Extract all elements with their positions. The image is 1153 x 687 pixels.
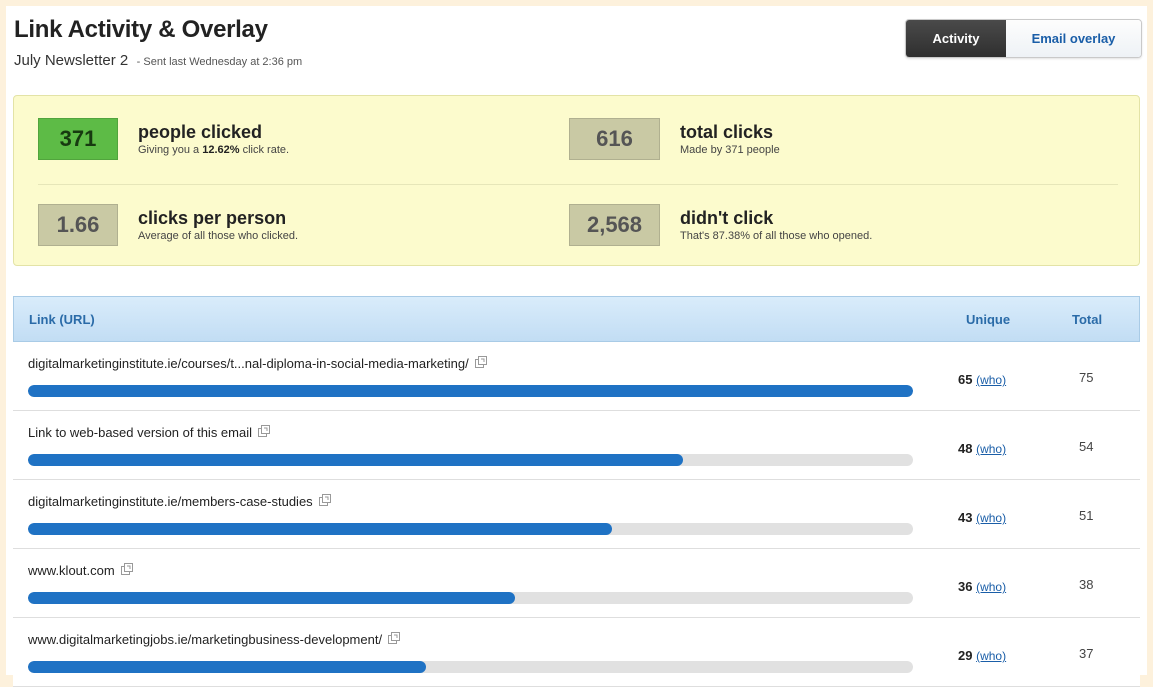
unique-cell: 65 (who): [958, 372, 1006, 387]
unique-cell: 29 (who): [958, 648, 1006, 663]
table-header: Link (URL) Unique Total: [13, 296, 1140, 342]
activity-tab[interactable]: Activity: [906, 20, 1006, 57]
unique-count: 65: [958, 372, 973, 387]
click-bar-fill: [28, 592, 515, 604]
people-clicked-label: people clicked: [138, 122, 263, 142]
column-link: Link (URL): [29, 312, 95, 327]
page-title: Link Activity & Overlay: [14, 16, 268, 43]
didnt-click-value: 2,568: [569, 204, 660, 246]
table-row: digitalmarketinginstitute.ie/members-cas…: [13, 480, 1140, 549]
clicks-per-person-desc: Average of all those who clicked.: [138, 230, 298, 242]
click-bar-track: [28, 661, 913, 673]
click-bar-fill: [28, 661, 427, 673]
link-table: Link (URL) Unique Total digitalmarketing…: [13, 296, 1140, 687]
link-url-cell: Link to web-based version of this email: [28, 425, 271, 440]
click-bar-fill: [28, 385, 913, 397]
subtitle-row: July Newsletter 2 - Sent last Wednesday …: [14, 52, 302, 70]
total-count: 75: [1079, 370, 1094, 385]
stat-didnt-click: 2,568 didn't click That's 87.38% of all …: [569, 204, 872, 246]
table-body: digitalmarketinginstitute.ie/courses/t..…: [13, 342, 1140, 687]
stat-clicks-per-person: 1.66 clicks per person Average of all th…: [38, 204, 298, 246]
link-url-cell: www.digitalmarketingjobs.ie/marketingbus…: [28, 632, 401, 647]
unique-count: 29: [958, 648, 973, 663]
link-url[interactable]: www.digitalmarketingjobs.ie/marketingbus…: [28, 632, 382, 647]
click-bar-fill: [28, 454, 683, 466]
who-link[interactable]: (who): [976, 511, 1006, 525]
column-total[interactable]: Total: [1072, 312, 1102, 327]
table-row: www.digitalmarketingjobs.ie/marketingbus…: [13, 618, 1140, 687]
click-rate-prefix: Giving you a: [138, 144, 200, 156]
link-url[interactable]: Link to web-based version of this email: [28, 425, 252, 440]
unique-count: 48: [958, 441, 973, 456]
external-link-icon[interactable]: [120, 563, 133, 578]
clicks-per-person-label: clicks per person: [138, 208, 287, 228]
email-overlay-tab[interactable]: Email overlay: [1006, 20, 1141, 57]
table-row: digitalmarketinginstitute.ie/courses/t..…: [13, 342, 1140, 411]
total-clicks-label: total clicks: [680, 122, 774, 142]
click-bar-fill: [28, 523, 613, 535]
click-bar-track: [28, 523, 913, 535]
click-rate-suffix: click rate.: [242, 144, 290, 156]
stat-total-clicks: 616 total clicks Made by 371 people: [569, 118, 780, 160]
didnt-click-label: didn't click: [680, 208, 774, 228]
click-bar-track: [28, 592, 913, 604]
unique-count: 43: [958, 510, 973, 525]
unique-cell: 48 (who): [958, 441, 1006, 456]
people-clicked-value: 371: [38, 118, 118, 160]
stat-people-clicked: 371 people clicked Giving you a 12.62% c…: [38, 118, 289, 160]
click-bar-track: [28, 385, 913, 397]
total-count: 38: [1079, 577, 1094, 592]
total-count: 54: [1079, 439, 1094, 454]
campaign-name: July Newsletter 2: [14, 52, 129, 69]
link-url[interactable]: digitalmarketinginstitute.ie/courses/t..…: [28, 356, 469, 371]
view-toggle: Activity Email overlay: [905, 19, 1142, 58]
external-link-icon[interactable]: [388, 632, 401, 647]
didnt-click-desc: That's 87.38% of all those who opened.: [680, 230, 873, 242]
table-row: Link to web-based version of this email …: [13, 411, 1140, 480]
link-url[interactable]: www.klout.com: [28, 563, 115, 578]
external-link-icon[interactable]: [474, 356, 487, 371]
external-link-icon[interactable]: [318, 494, 331, 509]
link-url-cell: digitalmarketinginstitute.ie/members-cas…: [28, 494, 331, 509]
click-rate-value: 12.62%: [202, 144, 240, 156]
link-url[interactable]: digitalmarketinginstitute.ie/members-cas…: [28, 494, 313, 509]
who-link[interactable]: (who): [976, 649, 1006, 663]
people-clicked-desc: Giving you a 12.62% click rate.: [138, 144, 289, 156]
unique-cell: 43 (who): [958, 510, 1006, 525]
link-url-cell: www.klout.com: [28, 563, 133, 578]
unique-cell: 36 (who): [958, 579, 1006, 594]
who-link[interactable]: (who): [976, 580, 1006, 594]
sent-info: - Sent last Wednesday at 2:36 pm: [136, 56, 303, 68]
total-count: 51: [1079, 508, 1094, 523]
total-clicks-desc: Made by 371 people: [680, 144, 780, 156]
total-clicks-value: 616: [569, 118, 660, 160]
total-count: 37: [1079, 646, 1094, 661]
table-row: www.klout.com 36 (who) 38: [13, 549, 1140, 618]
who-link[interactable]: (who): [976, 442, 1006, 456]
click-bar-track: [28, 454, 913, 466]
clicks-per-person-value: 1.66: [38, 204, 118, 246]
who-link[interactable]: (who): [976, 373, 1006, 387]
external-link-icon[interactable]: [258, 425, 271, 440]
stats-divider: [38, 184, 1118, 185]
column-unique[interactable]: Unique: [966, 312, 1010, 327]
unique-count: 36: [958, 579, 973, 594]
stats-panel: 371 people clicked Giving you a 12.62% c…: [13, 95, 1140, 266]
link-url-cell: digitalmarketinginstitute.ie/courses/t..…: [28, 356, 487, 371]
